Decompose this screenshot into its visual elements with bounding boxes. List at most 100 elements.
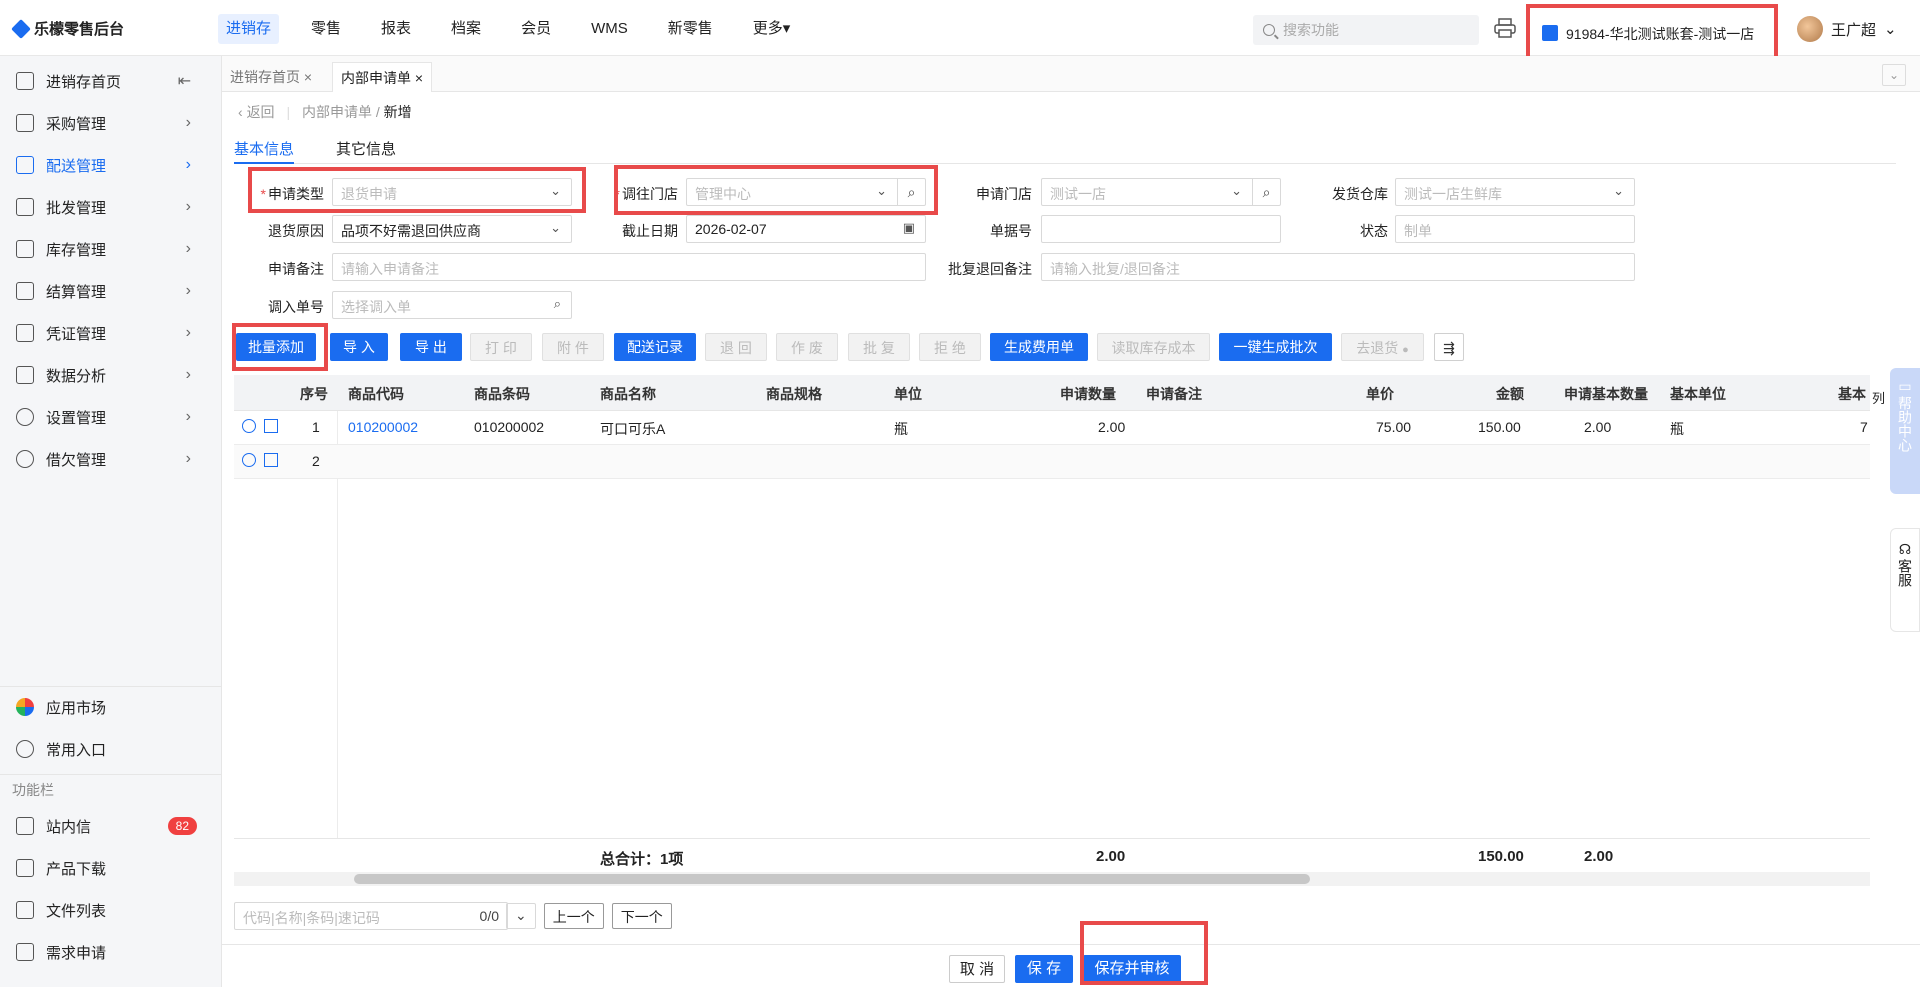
- sidebar-item-inventory[interactable]: 库存管理 ›: [0, 228, 221, 270]
- return-button[interactable]: 退 回: [705, 333, 767, 361]
- column-list-toggle[interactable]: 列: [1872, 390, 1885, 408]
- topnav-jinxiaocun[interactable]: 进销存: [218, 14, 280, 44]
- import-button[interactable]: 导 入: [330, 333, 388, 361]
- collapse-icon[interactable]: ⇤: [178, 71, 191, 91]
- column-settings-icon[interactable]: ⇶: [1434, 333, 1464, 361]
- remark-input[interactable]: 请输入申请备注: [332, 253, 926, 281]
- batch-add-button[interactable]: 批量添加: [236, 333, 316, 361]
- next-button[interactable]: 下一个: [611, 903, 672, 929]
- topnav-archive[interactable]: 档案: [443, 14, 489, 44]
- tab-dropdown-button[interactable]: ⌄: [1882, 64, 1906, 86]
- topnav-member[interactable]: 会员: [513, 14, 559, 44]
- col-price[interactable]: 单价: [1366, 384, 1394, 404]
- col-base-qty[interactable]: 申请基本数量: [1564, 384, 1648, 404]
- sidebar-item-messages[interactable]: 站内信 82: [0, 805, 221, 847]
- save-and-audit-button[interactable]: 保存并审核: [1083, 955, 1181, 983]
- distribution-record-button[interactable]: 配送记录: [614, 333, 696, 361]
- sidebar-item-settlement[interactable]: 结算管理 ›: [0, 270, 221, 312]
- topnav-new-retail[interactable]: 新零售: [660, 14, 721, 44]
- horizontal-scrollbar[interactable]: [234, 872, 1870, 886]
- locate-input[interactable]: 代码|名称|条码|速记码 0/0: [234, 902, 508, 930]
- sidebar-item-favorites[interactable]: 常用入口: [0, 728, 221, 770]
- app-logo[interactable]: 乐檬零售后台: [11, 18, 124, 39]
- sidebar-item-analysis[interactable]: 数据分析 ›: [0, 354, 221, 396]
- close-icon[interactable]: ×: [304, 69, 312, 85]
- delete-row-icon[interactable]: [264, 453, 278, 467]
- search-input[interactable]: 搜索功能: [1253, 15, 1479, 45]
- tab-home[interactable]: 进销存首页 ×: [222, 62, 320, 92]
- printer-icon[interactable]: [1494, 18, 1516, 38]
- sidebar-item-app-market[interactable]: 应用市场: [0, 686, 221, 728]
- page-tabs: 进销存首页 × 内部申请单 × ⌄: [222, 56, 1920, 92]
- col-amount[interactable]: 金额: [1496, 384, 1524, 404]
- add-row-icon[interactable]: [242, 453, 256, 467]
- sidebar-item-purchase[interactable]: 采购管理 ›: [0, 102, 221, 144]
- table-row[interactable]: 2: [234, 445, 1870, 479]
- tab-other-info[interactable]: 其它信息: [336, 138, 396, 159]
- prev-button[interactable]: 上一个: [543, 903, 604, 929]
- back-link[interactable]: 返回: [247, 104, 275, 120]
- scrollbar-thumb[interactable]: [354, 874, 1310, 884]
- table-row[interactable]: 1 010200002 010200002 可口可乐A 瓶 2.00 75.00…: [234, 411, 1870, 445]
- col-code[interactable]: 商品代码: [348, 384, 404, 404]
- apply-type-select[interactable]: 退货申请 ⌄: [332, 178, 572, 206]
- chevron-down-icon[interactable]: ⌄: [506, 903, 536, 929]
- sidebar-item-home[interactable]: 进销存首页 ⇤: [0, 60, 221, 102]
- close-icon[interactable]: ×: [415, 70, 423, 86]
- sidebar-item-request[interactable]: 需求申请: [0, 931, 221, 973]
- search-icon[interactable]: ⌕: [897, 179, 925, 205]
- reject-button[interactable]: 拒 绝: [919, 333, 981, 361]
- delete-row-icon[interactable]: [264, 419, 278, 433]
- cell-code[interactable]: 010200002: [348, 419, 418, 435]
- breadcrumb-parent[interactable]: 内部申请单: [302, 104, 372, 120]
- cancel-button[interactable]: 取 消: [949, 955, 1005, 983]
- add-row-icon[interactable]: [242, 419, 256, 433]
- col-spec[interactable]: 商品规格: [766, 384, 822, 404]
- generate-batch-button[interactable]: 一键生成批次: [1219, 333, 1332, 361]
- sidebar-item-debt[interactable]: 借欠管理 ›: [0, 438, 221, 480]
- sidebar-item-voucher[interactable]: 凭证管理 ›: [0, 312, 221, 354]
- sidebar-item-download[interactable]: 产品下载: [0, 847, 221, 889]
- in-doc-select[interactable]: 选择调入单 ⌕: [332, 291, 572, 319]
- warehouse-select[interactable]: 测试一店生鲜库 ⌄: [1395, 178, 1635, 206]
- sidebar-item-settings[interactable]: 设置管理 ›: [0, 396, 221, 438]
- col-unit[interactable]: 单位: [894, 384, 922, 404]
- doc-no-input[interactable]: [1041, 215, 1281, 243]
- export-button[interactable]: 导 出: [400, 333, 462, 361]
- col-barcode[interactable]: 商品条码: [474, 384, 530, 404]
- void-button[interactable]: 作 废: [776, 333, 838, 361]
- read-cost-button[interactable]: 读取库存成本: [1097, 333, 1210, 361]
- col-base-extra[interactable]: 基本: [1838, 384, 1866, 404]
- generate-fee-button[interactable]: 生成费用单: [990, 333, 1088, 361]
- sidebar-item-wholesale[interactable]: 批发管理 ›: [0, 186, 221, 228]
- topnav-more[interactable]: 更多▾: [745, 14, 799, 44]
- tab-basic-info[interactable]: 基本信息: [234, 138, 295, 164]
- search-icon[interactable]: ⌕: [1252, 179, 1280, 205]
- search-icon[interactable]: ⌕: [554, 296, 561, 312]
- cell-qty[interactable]: 2.00: [1098, 419, 1125, 435]
- approve-button[interactable]: 批 复: [848, 333, 910, 361]
- print-button[interactable]: 打 印: [470, 333, 532, 361]
- sidebar-item-distribution[interactable]: 配送管理 ›: [0, 144, 221, 186]
- to-store-select[interactable]: 管理中心 ⌄ ⌕: [686, 178, 926, 206]
- col-name[interactable]: 商品名称: [600, 384, 656, 404]
- go-return-button[interactable]: 去退货 ●: [1341, 333, 1424, 361]
- tab-internal-request[interactable]: 内部申请单 ×: [332, 62, 433, 92]
- topnav-report[interactable]: 报表: [373, 14, 419, 44]
- user-menu[interactable]: 王广超 ⌄: [1797, 16, 1897, 42]
- save-button[interactable]: 保 存: [1015, 955, 1073, 983]
- deadline-date-picker[interactable]: 2026-02-07 ▣: [686, 215, 926, 243]
- topnav-wms[interactable]: WMS: [583, 14, 636, 44]
- apply-store-select[interactable]: 测试一店 ⌄ ⌕: [1041, 178, 1281, 206]
- help-center-tab[interactable]: ▭ 帮助中心: [1890, 368, 1920, 494]
- col-qty[interactable]: 申请数量: [1060, 384, 1116, 404]
- return-reason-select[interactable]: 品项不好需退回供应商 ⌄: [332, 215, 572, 243]
- grid-total-row: 总合计：1项 2.00 150.00 2.00: [234, 838, 1870, 874]
- col-base-unit[interactable]: 基本单位: [1670, 384, 1726, 404]
- customer-service-tab[interactable]: ☊ 客服: [1890, 528, 1920, 632]
- attachment-button[interactable]: 附 件: [542, 333, 604, 361]
- sidebar-item-files[interactable]: 文件列表: [0, 889, 221, 931]
- topnav-retail[interactable]: 零售: [303, 14, 349, 44]
- col-remark[interactable]: 申请备注: [1146, 384, 1202, 404]
- reply-remark-input[interactable]: 请输入批复/退回备注: [1041, 253, 1635, 281]
